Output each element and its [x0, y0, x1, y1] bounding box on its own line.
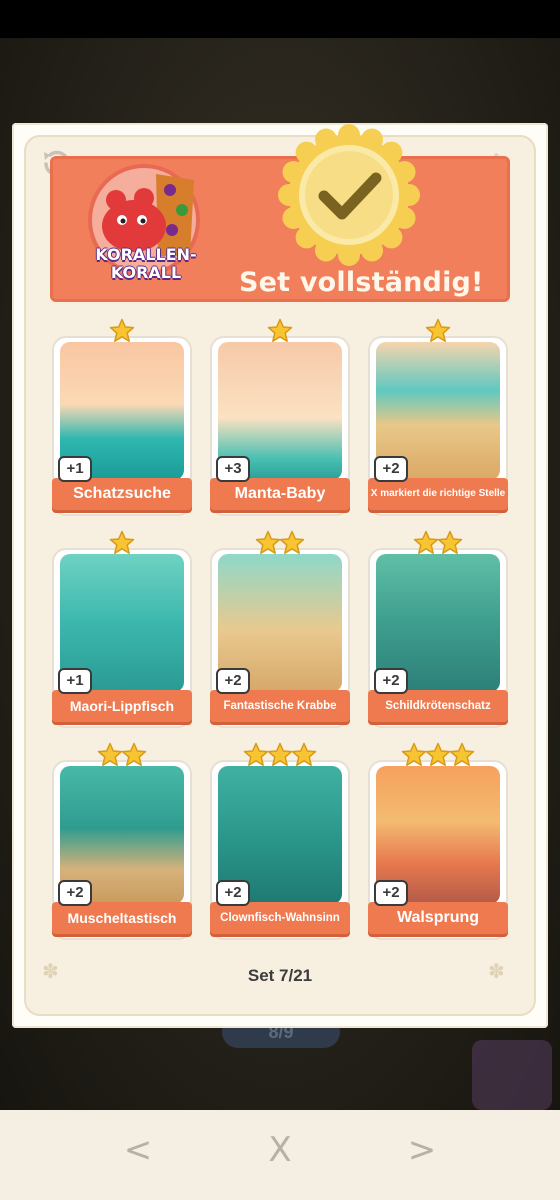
star-icon: [291, 742, 317, 768]
card-star-rating: [368, 530, 508, 558]
sticker-card[interactable]: X markiert die richtige Stelle +2: [368, 318, 508, 518]
next-arrow-icon[interactable]: >: [392, 1125, 452, 1175]
sticker-card[interactable]: Muscheltastisch +2: [52, 742, 192, 942]
card-star-rating: [52, 530, 192, 558]
star-icon: [449, 742, 475, 768]
set-complete-check-seal-icon: [276, 122, 422, 268]
card-star-rating: [210, 742, 350, 770]
card-duplicate-count: +3: [216, 456, 250, 482]
star-icon: [437, 530, 463, 556]
close-icon[interactable]: X: [250, 1125, 310, 1175]
star-icon: [109, 318, 135, 344]
sticker-card[interactable]: Walsprung +2: [368, 742, 508, 942]
card-name-banner: Maori-Lippfisch: [52, 690, 192, 722]
card-name-banner: Manta-Baby: [210, 478, 350, 510]
star-icon: [267, 742, 293, 768]
card-star-rating: [368, 742, 508, 770]
set-badge-korallen-korall: KORALLEN- KORALL: [86, 160, 206, 292]
card-name-banner: Fantastische Krabbe: [210, 690, 350, 722]
star-icon: [425, 318, 451, 344]
star-icon: [425, 742, 451, 768]
star-icon: [401, 742, 427, 768]
star-icon: [255, 530, 281, 556]
card-star-rating: [52, 742, 192, 770]
star-icon: [109, 530, 135, 556]
badge-label-line2: KORALL: [110, 263, 182, 282]
card-star-rating: [210, 318, 350, 346]
star-icon: [121, 742, 147, 768]
card-name-banner: Schildkrötenschatz: [368, 690, 508, 722]
background-gift-icon: [472, 1040, 552, 1110]
card-name-banner: Muscheltastisch: [52, 902, 192, 934]
sticker-card[interactable]: Manta-Baby +3: [210, 318, 350, 518]
sticker-card[interactable]: Schatzsuche +1: [52, 318, 192, 518]
star-icon: [267, 318, 293, 344]
card-name-banner: Walsprung: [368, 902, 508, 934]
star-icon: [279, 530, 305, 556]
sticker-card[interactable]: Fantastische Krabbe +2: [210, 530, 350, 730]
sticker-card[interactable]: Clownfisch-Wahnsinn +2: [210, 742, 350, 942]
status-bar: [0, 0, 560, 38]
star-icon: [243, 742, 269, 768]
card-duplicate-count: +2: [58, 880, 92, 906]
set-counter: Set 7/21: [247, 966, 313, 985]
card-duplicate-count: +2: [374, 880, 408, 906]
card-star-rating: [368, 318, 508, 346]
card-name-banner: X markiert die richtige Stelle: [368, 478, 508, 510]
sticker-card[interactable]: Schildkrötenschatz +2: [368, 530, 508, 730]
card-name-banner: Clownfisch-Wahnsinn: [210, 902, 350, 934]
card-name-banner: Schatzsuche: [52, 478, 192, 510]
card-star-rating: [52, 318, 192, 346]
sticker-card[interactable]: Maori-Lippfisch +1: [52, 530, 192, 730]
card-star-rating: [210, 530, 350, 558]
card-duplicate-count: +2: [374, 668, 408, 694]
card-duplicate-count: +1: [58, 668, 92, 694]
card-duplicate-count: +2: [374, 456, 408, 482]
previous-arrow-icon[interactable]: <: [108, 1125, 168, 1175]
set-complete-title: Set vollständig!: [239, 267, 484, 298]
badge-label-line1: KORALLEN-: [95, 245, 197, 264]
card-duplicate-count: +2: [216, 880, 250, 906]
star-icon: [413, 530, 439, 556]
card-duplicate-count: +1: [58, 456, 92, 482]
star-icon: [97, 742, 123, 768]
card-duplicate-count: +2: [216, 668, 250, 694]
